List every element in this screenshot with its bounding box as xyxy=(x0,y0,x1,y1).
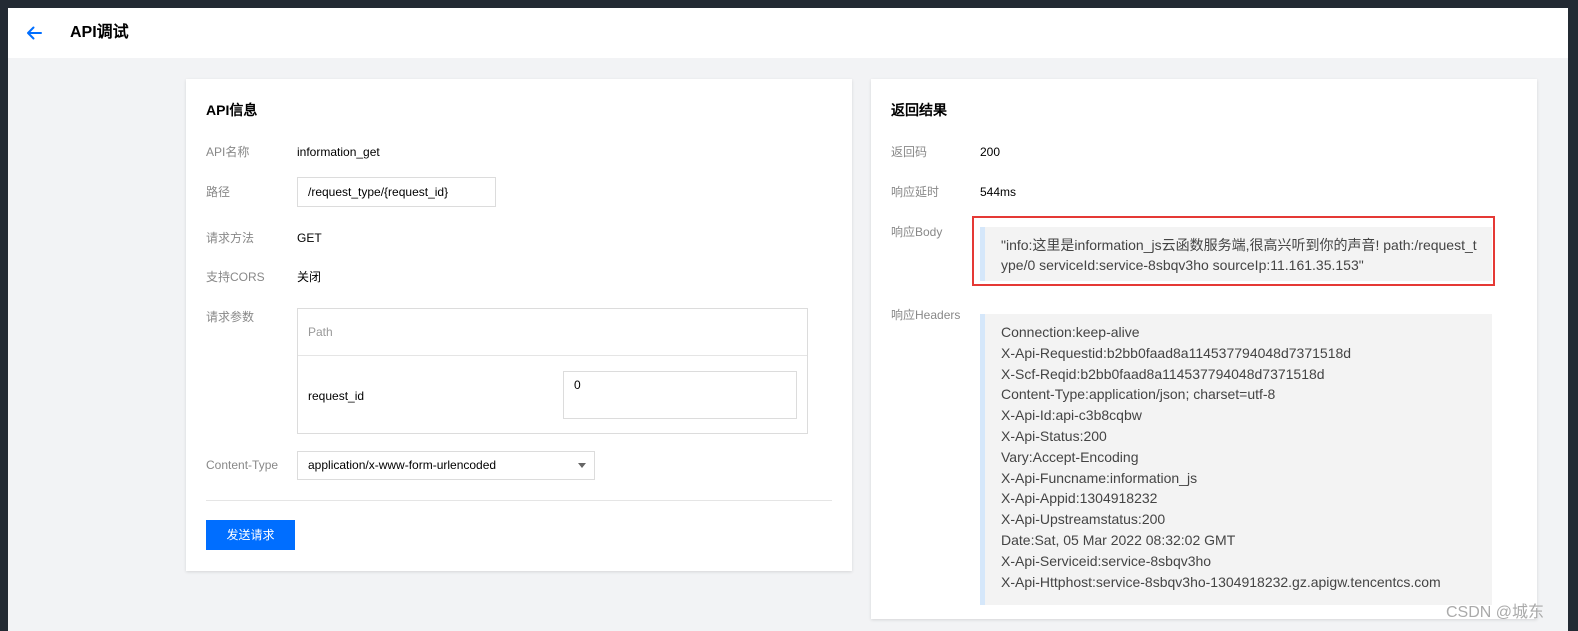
caret-down-icon xyxy=(578,463,586,468)
result-title: 返回结果 xyxy=(891,102,947,118)
param-name: request_id xyxy=(308,389,365,403)
content-type-label: Content-Type xyxy=(206,458,279,472)
params-section-path: Path xyxy=(298,309,807,356)
status-code-label: 返回码 xyxy=(891,145,928,159)
path-input[interactable]: /request_type/{request_id} xyxy=(297,177,496,207)
api-name-value: information_get xyxy=(297,145,380,159)
response-body-label: 响应Body xyxy=(891,225,943,239)
header-line: X-Api-Httphost:service-8sbqv3ho-13049182… xyxy=(1001,573,1441,590)
latency-value: 544ms xyxy=(980,185,1017,199)
params-label: 请求参数 xyxy=(206,310,255,324)
header-line: X-Api-Funcname:information_js xyxy=(1001,469,1198,486)
highlight-annotation xyxy=(972,216,1495,286)
header-line: X-Scf-Reqid:b2bb0faad8a114537794048d7371… xyxy=(1001,365,1325,382)
latency-label: 响应延时 xyxy=(891,185,940,199)
content-type-select[interactable]: application/x-www-form-urlencoded xyxy=(297,451,595,480)
window-frame xyxy=(1568,0,1578,631)
app-shell: API调试 API信息 API名称 information_get 路径 /re… xyxy=(8,8,1568,631)
params-table: Path request_id 0 xyxy=(297,308,808,434)
arrow-left-icon[interactable] xyxy=(24,23,44,43)
cors-value: 关闭 xyxy=(297,270,322,284)
watermark: CSDN @城东 xyxy=(1445,604,1544,621)
header-line: X-Api-Appid:1304918232 xyxy=(1001,490,1158,507)
path-label: 路径 xyxy=(206,185,231,199)
method-value: GET xyxy=(297,231,322,245)
divider xyxy=(206,500,832,501)
header-line: Content-Type:application/json; charset=u… xyxy=(1001,386,1276,403)
response-headers: Connection:keep-alive X-Api-Requestid:b2… xyxy=(980,314,1492,605)
header-line: Vary:Accept-Encoding xyxy=(1001,448,1139,465)
send-request-button[interactable]: 发送请求 xyxy=(206,520,295,550)
api-info-title: API信息 xyxy=(206,102,258,118)
top-bar: API调试 xyxy=(8,8,1568,58)
header-line: X-Api-Requestid:b2bb0faad8a114537794048d… xyxy=(1001,344,1352,361)
status-code-value: 200 xyxy=(980,145,1001,159)
content-type-value: application/x-www-form-urlencoded xyxy=(308,458,497,472)
header-line: X-Api-Id:api-c3b8cqbw xyxy=(1001,407,1142,424)
api-name-label: API名称 xyxy=(206,145,250,159)
header-line: Connection:keep-alive xyxy=(1001,324,1140,340)
header-line: X-Api-Serviceid:service-8sbqv3ho xyxy=(1001,552,1212,569)
cors-label: 支持CORS xyxy=(206,270,265,284)
param-value-input[interactable]: 0 xyxy=(563,371,797,419)
header-line: Date:Sat, 05 Mar 2022 08:32:02 GMT xyxy=(1001,531,1236,548)
api-info-card: API信息 API名称 information_get 路径 /request_… xyxy=(186,79,852,571)
response-headers-label: 响应Headers xyxy=(891,308,961,322)
method-label: 请求方法 xyxy=(206,231,255,245)
header-line: X-Api-Upstreamstatus:200 xyxy=(1001,511,1166,528)
page-title: API调试 xyxy=(70,24,129,41)
header-line: X-Api-Status:200 xyxy=(1001,427,1107,444)
result-card: 返回结果 返回码 200 响应延时 544ms 响应Body "info:这里是… xyxy=(871,79,1537,619)
